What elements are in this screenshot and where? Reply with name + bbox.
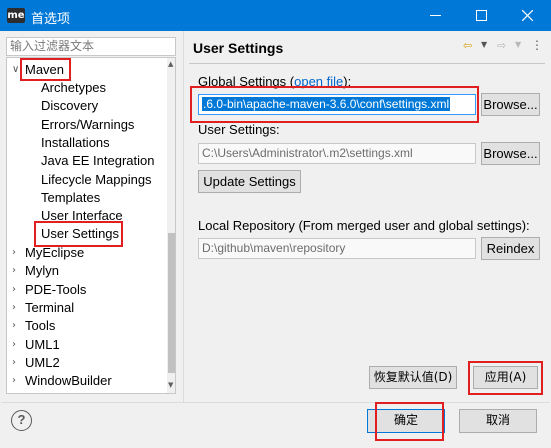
open-file-link[interactable]: open file [294,74,343,89]
cancel-button[interactable]: 取消 [459,409,537,433]
help-icon[interactable]: ? [11,410,32,431]
local-repository-field: D:\github\maven\repository [198,238,476,259]
chevron-right-icon[interactable]: › [12,281,16,299]
tree-item-installations[interactable]: Installations [41,134,110,152]
minimize-button[interactable] [413,0,459,31]
global-settings-label: Global Settings (open file): [198,74,352,89]
tree-item-user-settings[interactable]: User Settings [41,225,119,243]
window-title: 首选项 [31,11,71,26]
ok-button[interactable]: 确定 [367,409,445,433]
view-menu-icon[interactable]: ⋮ [531,38,543,52]
chevron-right-icon[interactable]: › [12,244,16,262]
chevron-down-icon[interactable]: ∨ [12,61,19,79]
tree-item-tools[interactable]: Tools [25,317,55,335]
chevron-right-icon[interactable]: › [12,262,16,280]
tree-item-user-interface[interactable]: User Interface [41,207,123,225]
tree-item-myeclipse[interactable]: MyEclipse [25,244,84,262]
title-separator [189,63,545,64]
local-repository-label: Local Repository (From merged user and g… [198,218,530,233]
reindex-button[interactable]: Reindex [481,237,540,260]
forward-arrow-icon[interactable]: ⇨ [497,39,506,52]
tree-item-windowbuilder[interactable]: WindowBuilder [25,372,112,390]
back-dropdown-icon[interactable]: ▼ [481,40,487,49]
tree-item-templates[interactable]: Templates [41,189,100,207]
close-button[interactable] [505,0,551,31]
tree-item-errors-warnings[interactable]: Errors/Warnings [41,116,134,134]
global-settings-field[interactable]: .6.0-bin\apache-maven-3.6.0\conf\setting… [198,94,476,115]
apply-button[interactable]: 应用(A) [473,366,538,389]
tree-item-maven[interactable]: Maven [25,61,64,79]
tree-item-archetypes[interactable]: Archetypes [41,79,106,97]
restore-defaults-button[interactable]: 恢复默认值(D) [369,366,457,389]
filter-input[interactable]: 输入过滤器文本 [6,37,176,56]
tree-item-uml2[interactable]: UML2 [25,354,60,372]
preference-tree[interactable]: ∨ Maven Archetypes Discovery Errors/Warn… [6,57,176,394]
tree-item-discovery[interactable]: Discovery [41,97,98,115]
chevron-right-icon[interactable]: › [12,336,16,354]
global-browse-button[interactable]: Browse... [481,93,540,116]
user-settings-label: User Settings: [198,122,280,137]
panel-divider[interactable] [183,31,184,403]
update-settings-button[interactable]: Update Settings [198,170,301,193]
scroll-up-icon[interactable]: ▲ [168,60,173,68]
chevron-right-icon[interactable]: › [12,354,16,372]
app-icon: me [7,8,25,23]
footer-separator [1,402,550,403]
tree-item-pde-tools[interactable]: PDE-Tools [25,281,86,299]
minimize-icon [430,15,441,16]
title-bar: me 首选项 [0,0,551,31]
user-settings-field[interactable]: C:\Users\Administrator\.m2\settings.xml [198,143,476,164]
tree-item-uml1[interactable]: UML1 [25,336,60,354]
history-nav: ⇦ ▼ ⇨ ▼ ⋮ [463,38,543,53]
chevron-right-icon[interactable]: › [12,372,16,390]
scrollbar-thumb[interactable] [168,233,175,373]
maximize-icon [476,10,487,21]
page-title: User Settings [193,40,284,56]
tree-item-java-ee-integration[interactable]: Java EE Integration [41,152,154,170]
scroll-down-icon[interactable]: ▼ [168,381,173,389]
maximize-button[interactable] [459,0,505,31]
tree-scrollbar[interactable]: ▲ ▼ [167,58,175,393]
chevron-right-icon[interactable]: › [12,317,16,335]
forward-dropdown-icon[interactable]: ▼ [515,40,521,49]
back-arrow-icon[interactable]: ⇦ [463,39,472,52]
chevron-right-icon[interactable]: › [12,299,16,317]
tree-item-mylyn[interactable]: Mylyn [25,262,59,280]
tree-item-lifecycle-mappings[interactable]: Lifecycle Mappings [41,171,152,189]
user-browse-button[interactable]: Browse... [481,142,540,165]
tree-item-terminal[interactable]: Terminal [25,299,74,317]
global-settings-value: .6.0-bin\apache-maven-3.6.0\conf\setting… [202,97,451,111]
close-icon [522,10,533,21]
